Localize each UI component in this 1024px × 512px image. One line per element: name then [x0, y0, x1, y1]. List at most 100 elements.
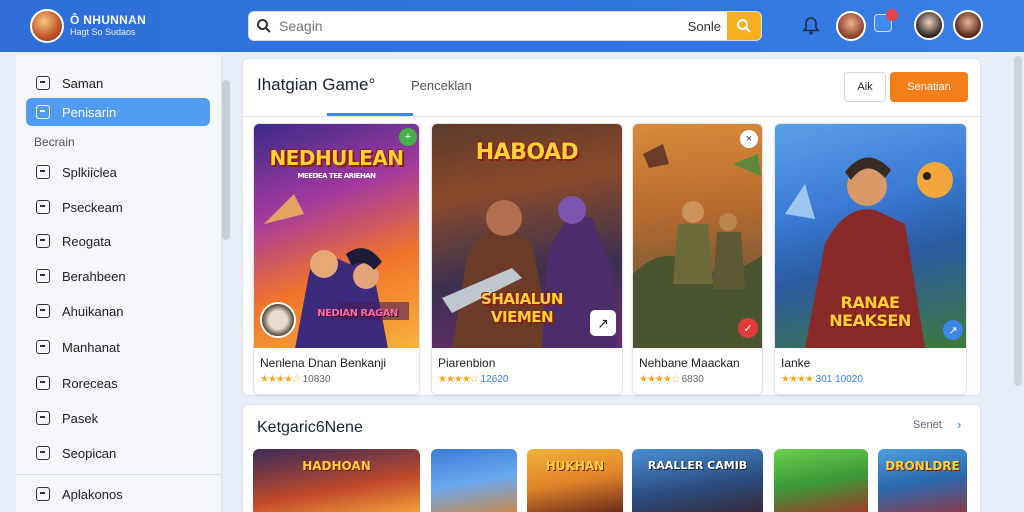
game-title: Nenlena Dnan Benkanji: [260, 356, 387, 370]
cover-bottom-title: NEDIAN RAGAN: [317, 308, 398, 319]
user-avatar-2[interactable]: [914, 10, 944, 40]
sidebar-section-heading: Becrain: [34, 135, 75, 149]
sidebar-item-label: Pasek: [62, 410, 99, 426]
logo-avatar-icon: [30, 9, 64, 43]
sidebar-item-seopican[interactable]: Seopican: [26, 439, 210, 467]
logo-text: Ô NHUNNAN Hagt So Sudaos: [70, 14, 146, 38]
category-thumbnail[interactable]: DRONLDRE: [878, 449, 967, 512]
sidebar-item-label: Seopican: [62, 445, 117, 461]
sidebar-item-reogata[interactable]: Reogata: [26, 227, 210, 255]
settings-icon: [36, 487, 50, 501]
sidebar-item-berahbeen[interactable]: Berahbeen: [26, 262, 210, 290]
share-icon[interactable]: ↗: [590, 310, 616, 336]
game-mascot-icon: [260, 302, 296, 338]
category-thumbnail[interactable]: RAALLER CAMIB: [632, 449, 763, 512]
game-card[interactable]: × ✓ Nehbane Maackan ★★★★☆ 6830: [632, 123, 763, 395]
rating-stars: ★★★★: [781, 374, 814, 385]
search-button-label[interactable]: Sonle: [688, 19, 721, 34]
search-bar: Sonle: [248, 11, 762, 41]
sidebar-item-aplakonos[interactable]: Aplakonos: [26, 480, 210, 508]
primary-button[interactable]: Senatian: [890, 72, 968, 102]
user-icon: [36, 446, 50, 460]
category-thumbnail[interactable]: [431, 449, 517, 512]
game-title: Piarenbion: [438, 356, 496, 370]
sidebar-item-label: Pseckeam: [62, 199, 123, 215]
top-header: Ô NHUNNAN Hagt So Sudaos Sonle: [0, 0, 1024, 52]
shield-icon: [36, 376, 50, 390]
cover-subtitle: MEEDEA TEE ARIEHAN: [297, 172, 376, 180]
category-thumbnail[interactable]: HADHOAN: [253, 449, 420, 512]
sidebar-item-pasek[interactable]: Pasek: [26, 404, 210, 432]
pin-icon: [36, 304, 50, 318]
rating-count: 6830: [681, 374, 704, 385]
logo-title: Ô NHUNNAN: [70, 13, 147, 27]
sidebar-item-penisarin[interactable]: Penisarin: [26, 98, 210, 126]
featured-games-panel: Ihatgian Game° Penceklan Aik Senatian NE…: [242, 58, 982, 396]
tab-featured[interactable]: Ihatgian Game°: [257, 75, 375, 95]
sidebar-item-roreceas[interactable]: Roreceas: [26, 369, 210, 397]
cover-bottom-title: SHAIALUN VIEMEN: [481, 290, 563, 326]
secondary-button[interactable]: Aik: [844, 72, 886, 102]
sidebar-item-label: Penisarin: [62, 104, 117, 120]
grid-icon: [36, 76, 50, 90]
sidebar-item-label: Roreceas: [62, 375, 118, 391]
folder-icon: [36, 200, 50, 214]
app-logo[interactable]: Ô NHUNNAN Hagt So Sudaos: [30, 9, 146, 43]
game-rating: ★★★★ 301 10020: [781, 374, 863, 385]
chart-icon: [36, 234, 50, 248]
share-icon[interactable]: ↗: [943, 320, 963, 340]
sidebar-item-label: Manhanat: [62, 339, 120, 355]
user-avatar-3[interactable]: [953, 10, 983, 40]
logo-subtitle: Hagt So Sudaos: [70, 27, 136, 37]
sidebar-item-ahuikanan[interactable]: Ahuikanan: [26, 297, 210, 325]
game-cover-image: × ✓: [633, 124, 762, 348]
rating-count: 12620: [480, 374, 509, 385]
game-title: Nehbane Maackan: [639, 356, 740, 370]
notification-badge: [886, 9, 898, 21]
game-title: Ianke: [781, 356, 811, 370]
tab-other[interactable]: Penceklan: [411, 78, 472, 93]
sidebar: Saman Penisarin Becrain Splkiiclea Pseck…: [16, 55, 222, 512]
category-thumbnail[interactable]: [774, 449, 868, 512]
user-avatar-1[interactable]: [836, 11, 866, 41]
cover-title: NEDHULEAN: [269, 146, 404, 170]
game-rating: ★★★★☆ 12620: [438, 374, 508, 385]
main-scrollbar[interactable]: [1014, 56, 1022, 386]
sidebar-item-manhanat[interactable]: Manhanat: [26, 333, 210, 361]
sidebar-item-label: Ahuikanan: [62, 303, 124, 319]
sidebar-item-label: Berahbeen: [62, 268, 126, 284]
search-input[interactable]: [279, 12, 688, 40]
new-badge-icon: +: [399, 128, 417, 146]
sidebar-item-label: Aplakonos: [62, 486, 123, 502]
thumbnail-title: HUKHAN: [545, 459, 605, 473]
chevron-right-icon[interactable]: ›: [957, 417, 961, 432]
game-rating: ★★★★☆ 6830: [639, 374, 704, 385]
search-submit-button[interactable]: [727, 12, 761, 40]
cover-bottom-title: RANAE NEAKSEN: [829, 293, 911, 330]
window-icon: [36, 269, 50, 283]
see-all-link[interactable]: Senet: [913, 419, 942, 431]
game-cover-image: NEDHULEAN MEEDEA TEE ARIEHAN NEDIAN RAGA…: [254, 124, 419, 348]
verified-check-icon: ✓: [738, 318, 758, 338]
game-card[interactable]: HABOAD SHAIALUN VIEMEN ↗ Piarenbion ★★★★…: [431, 123, 623, 395]
game-card[interactable]: RANAE NEAKSEN ↗ Ianke ★★★★ 301 10020: [774, 123, 967, 395]
search-submit-icon: [737, 19, 751, 33]
close-icon[interactable]: ×: [740, 130, 758, 148]
cover-hero-art: [633, 144, 762, 348]
game-card[interactable]: NEDHULEAN MEEDEA TEE ARIEHAN NEDIAN RAGA…: [253, 123, 420, 395]
game-rating: ★★★★☆ 10830: [260, 374, 330, 385]
game-cover-image: HABOAD SHAIALUN VIEMEN ↗: [432, 124, 622, 348]
search-icon: [249, 11, 279, 41]
sidebar-item-label: Saman: [62, 75, 104, 91]
sidebar-item-splkiiclea[interactable]: Splkiiclea: [26, 158, 210, 186]
category-thumbnail[interactable]: HUKHAN: [527, 449, 623, 512]
rating-stars: ★★★★☆: [639, 374, 680, 385]
calendar-icon: [36, 340, 50, 354]
game-cover-image: RANAE NEAKSEN ↗: [775, 124, 966, 348]
sidebar-item-saman[interactable]: Saman: [26, 69, 210, 97]
rating-count: 10830: [302, 374, 331, 385]
panel-divider: [243, 116, 982, 117]
notifications-bell-icon[interactable]: [800, 15, 822, 42]
sidebar-item-pseckeam[interactable]: Pseckeam: [26, 193, 210, 221]
sidebar-scrollbar[interactable]: [222, 80, 230, 240]
